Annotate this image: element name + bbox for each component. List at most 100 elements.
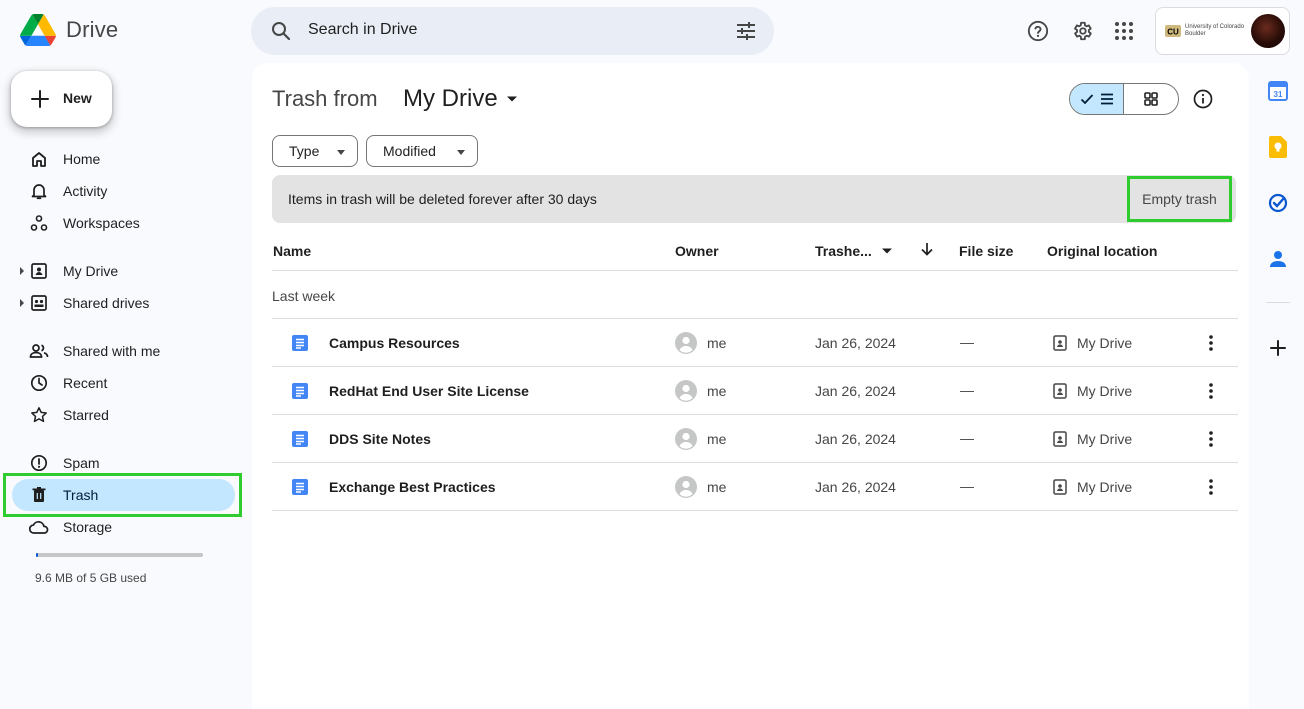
user-avatar-icon (675, 332, 697, 354)
settings-icon[interactable] (1070, 19, 1094, 43)
chevron-down-icon (337, 150, 345, 155)
list-view-button[interactable] (1070, 84, 1125, 114)
sort-arrow-down-icon[interactable] (919, 241, 935, 257)
my-drive-icon (29, 261, 49, 281)
column-header-owner[interactable]: Owner (675, 243, 719, 259)
add-addon-icon[interactable] (1267, 337, 1289, 359)
account-switcher[interactable]: CU University of Colorado Boulder (1155, 7, 1290, 55)
file-original-location[interactable]: My Drive (1077, 431, 1132, 447)
file-owner: me (707, 335, 727, 351)
table-row[interactable]: Exchange Best Practices me Jan 26, 2024 … (272, 463, 1238, 511)
trash-banner-message: Items in trash will be deleted forever a… (288, 191, 597, 207)
expand-caret-icon[interactable] (20, 267, 24, 275)
more-options-icon[interactable] (1203, 333, 1219, 353)
star-icon (29, 405, 49, 425)
sort-dropdown-icon[interactable] (881, 245, 893, 257)
chevron-down-icon (506, 96, 517, 102)
sidebar-item-label: Starred (63, 407, 109, 423)
sidebar-item-my-drive[interactable]: My Drive (12, 255, 235, 287)
user-avatar-icon (675, 476, 697, 498)
column-header-name[interactable]: Name (273, 243, 311, 259)
keep-icon[interactable] (1267, 136, 1289, 158)
table-row[interactable]: RedHat End User Site License me Jan 26, … (272, 367, 1238, 415)
sidebar-item-workspaces[interactable]: Workspaces (12, 207, 235, 239)
drive-logo[interactable]: Drive (20, 14, 118, 46)
new-button-label: New (63, 90, 92, 106)
header-divider (272, 270, 1238, 271)
help-icon[interactable] (1026, 19, 1050, 43)
sidebar-item-label: Activity (63, 183, 108, 199)
sidebar-item-shared-drives[interactable]: Shared drives (12, 287, 235, 319)
sidebar-item-starred[interactable]: Starred (12, 399, 235, 431)
column-header-file-size[interactable]: File size (959, 243, 1013, 259)
file-original-location[interactable]: My Drive (1077, 335, 1132, 351)
info-icon[interactable] (1192, 88, 1214, 115)
location-dropdown[interactable]: My Drive (403, 85, 518, 113)
shared-drives-icon (29, 293, 49, 313)
file-size: — (960, 382, 974, 398)
sidebar-item-storage[interactable]: Storage (12, 511, 235, 543)
file-trashed-date: Jan 26, 2024 (815, 383, 896, 399)
table-row[interactable]: DDS Site Notes me Jan 26, 2024 — My Driv… (272, 415, 1238, 463)
user-avatar-icon (675, 428, 697, 450)
column-header-original-location[interactable]: Original location (1047, 243, 1157, 259)
my-drive-icon (1053, 335, 1067, 351)
calendar-icon[interactable]: 31 (1267, 80, 1289, 102)
more-options-icon[interactable] (1203, 429, 1219, 449)
my-drive-icon (1053, 431, 1067, 447)
page-title-location: My Drive (403, 85, 498, 112)
sidebar-item-label: Shared drives (63, 295, 150, 311)
grid-view-button[interactable] (1124, 84, 1178, 114)
bell-icon (29, 181, 49, 201)
sidebar-item-shared-with-me[interactable]: Shared with me (12, 335, 235, 367)
file-trashed-date: Jan 26, 2024 (815, 479, 896, 495)
search-input[interactable]: Search in Drive (308, 21, 417, 39)
modified-filter[interactable]: Modified (366, 135, 478, 167)
search-bar[interactable]: Search in Drive (251, 7, 774, 55)
avatar[interactable] (1251, 14, 1285, 48)
new-button[interactable]: New (11, 71, 112, 127)
contacts-icon[interactable] (1267, 248, 1289, 270)
storage-progress-bar (36, 553, 203, 557)
file-original-location[interactable]: My Drive (1077, 479, 1132, 495)
group-label: Last week (272, 288, 336, 304)
search-options-icon[interactable] (734, 19, 758, 48)
google-doc-icon (292, 431, 308, 447)
column-header-trashed[interactable]: Trashe... (815, 243, 872, 259)
cu-logo-icon: CU (1165, 25, 1181, 37)
spam-icon (29, 453, 49, 473)
plus-icon (31, 90, 49, 108)
file-original-location[interactable]: My Drive (1077, 383, 1132, 399)
file-size: — (960, 478, 974, 494)
page-title-prefix: Trash from (272, 86, 378, 111)
tasks-icon[interactable] (1267, 192, 1289, 214)
search-icon[interactable] (269, 19, 293, 48)
cloud-icon (29, 517, 49, 537)
more-options-icon[interactable] (1203, 381, 1219, 401)
file-name: RedHat End User Site License (329, 383, 529, 399)
view-toggle[interactable] (1069, 83, 1179, 115)
file-owner: me (707, 383, 727, 399)
sidebar-item-activity[interactable]: Activity (12, 175, 235, 207)
storage-progress-fill (36, 553, 38, 557)
table-row[interactable]: Campus Resources me Jan 26, 2024 — My Dr… (272, 319, 1238, 367)
apps-grid-icon[interactable] (1112, 19, 1136, 43)
drive-logo-icon (20, 14, 56, 46)
trash-banner: Items in trash will be deleted forever a… (272, 175, 1236, 223)
file-name: Exchange Best Practices (329, 479, 496, 495)
empty-trash-button[interactable]: Empty trash (1127, 176, 1232, 222)
modified-filter-label: Modified (383, 143, 436, 159)
expand-caret-icon[interactable] (20, 299, 24, 307)
google-doc-icon (292, 335, 308, 351)
people-icon (29, 341, 49, 361)
svg-text:31: 31 (1274, 90, 1283, 99)
more-options-icon[interactable] (1203, 477, 1219, 497)
my-drive-icon (1053, 383, 1067, 399)
sidebar-item-label: Shared with me (63, 343, 161, 359)
sidebar-item-home[interactable]: Home (12, 143, 235, 175)
sidebar-item-label: Storage (63, 519, 113, 535)
sidebar-item-recent[interactable]: Recent (12, 367, 235, 399)
type-filter[interactable]: Type (272, 135, 358, 167)
chevron-down-icon (457, 150, 465, 155)
side-panel-divider (1266, 302, 1290, 303)
